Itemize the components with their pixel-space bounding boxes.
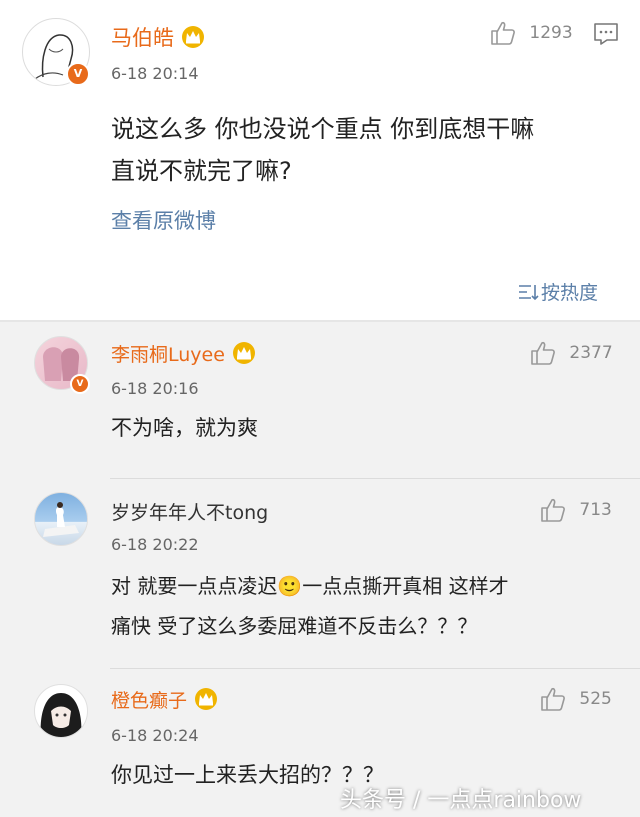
comment-like-button[interactable]: 713 <box>540 497 612 525</box>
post-username[interactable]: 马伯皓 <box>111 22 206 54</box>
comment-like-count: 2377 <box>569 343 613 363</box>
watermark: 头条号 / 一点点rainbow <box>340 788 582 813</box>
comment-icon[interactable] <box>593 22 619 50</box>
comment-like-button[interactable]: 525 <box>540 686 612 714</box>
thumbs-up-icon <box>531 341 555 365</box>
comment-text: 不为啥，就为爽 <box>111 408 258 448</box>
commenter-username-text[interactable]: 橙色癫子 <box>111 690 187 712</box>
commenter-avatar[interactable] <box>34 684 88 738</box>
crown-icon <box>231 341 257 370</box>
section-divider <box>0 320 640 322</box>
post-text-line: 直说不就完了嘛? <box>111 157 292 185</box>
comment-text-line: 不为啥，就为爽 <box>111 416 258 440</box>
sort-label: 按热度 <box>541 282 599 304</box>
comment-time: 6-18 20:22 <box>111 535 199 554</box>
comment-like-button[interactable]: 2377 <box>530 340 613 368</box>
main-post-card: V 马伯皓 6-18 20:14 1293 说这么多 你也没说个重点 你到底想干… <box>0 0 640 320</box>
comment-text-line: 痛快 受了这么多委屈难道不反击么？？？ <box>111 614 478 638</box>
comment-like-count: 525 <box>579 689 612 709</box>
thumbs-up-icon <box>541 687 565 711</box>
comment-time: 6-18 20:16 <box>111 379 199 398</box>
comment-like-count: 713 <box>579 500 612 520</box>
thumbs-up-icon <box>541 498 565 522</box>
post-like-button[interactable]: 1293 <box>490 20 573 48</box>
comment-text: 对 就要一点点凌迟🙂一点点撕开真相 这样才 痛快 受了这么多委屈难道不反击么？？… <box>111 566 509 646</box>
commenter-username[interactable]: 岁岁年年人不tong <box>111 498 268 525</box>
post-text-line: 说这么多 你也没说个重点 你到底想干嘛 <box>111 115 535 143</box>
comment-text-line: 对 就要一点点凌迟🙂一点点撕开真相 这样才 <box>111 574 509 598</box>
comment-time: 6-18 20:24 <box>111 726 199 745</box>
post-text: 说这么多 你也没说个重点 你到底想干嘛 直说不就完了嘛? <box>111 108 534 192</box>
crown-icon <box>193 687 219 716</box>
commenter-username[interactable]: 橙色癫子 <box>111 686 219 716</box>
comment-separator <box>110 478 640 479</box>
commenter-avatar[interactable] <box>34 492 88 546</box>
sort-by-hot-button[interactable]: 按热度 <box>517 278 598 305</box>
verified-badge-icon: V <box>66 62 90 86</box>
thumbs-up-icon <box>491 21 515 45</box>
view-original-link[interactable]: 查看原微博 <box>111 205 216 235</box>
crown-icon <box>180 25 206 54</box>
post-username-text[interactable]: 马伯皓 <box>111 26 174 50</box>
verified-badge-icon: V <box>70 374 90 394</box>
comment-separator <box>110 668 640 669</box>
post-like-count: 1293 <box>529 23 573 43</box>
commenter-username-text[interactable]: 李雨桐Luyee <box>111 344 225 366</box>
post-time: 6-18 20:14 <box>111 64 199 83</box>
commenter-username[interactable]: 李雨桐Luyee <box>111 340 257 370</box>
sort-icon <box>519 284 539 300</box>
